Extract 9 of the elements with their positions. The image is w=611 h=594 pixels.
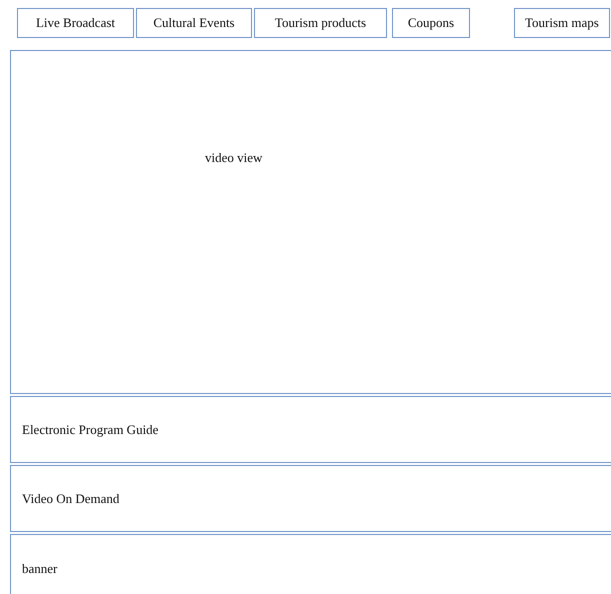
- section-label: Electronic Program Guide: [22, 422, 158, 438]
- nav-tab[interactable]: Tourism products: [254, 8, 387, 38]
- nav-tab[interactable]: Cultural Events: [136, 8, 252, 38]
- nav-tab[interactable]: Coupons: [392, 8, 470, 38]
- nav-tab[interactable]: Tourism maps: [514, 8, 610, 38]
- video-view-label: video view: [205, 150, 262, 165]
- section-label: banner: [22, 561, 58, 577]
- section-label: Video On Demand: [22, 490, 120, 506]
- nav-tab[interactable]: Live Broadcast: [17, 8, 134, 38]
